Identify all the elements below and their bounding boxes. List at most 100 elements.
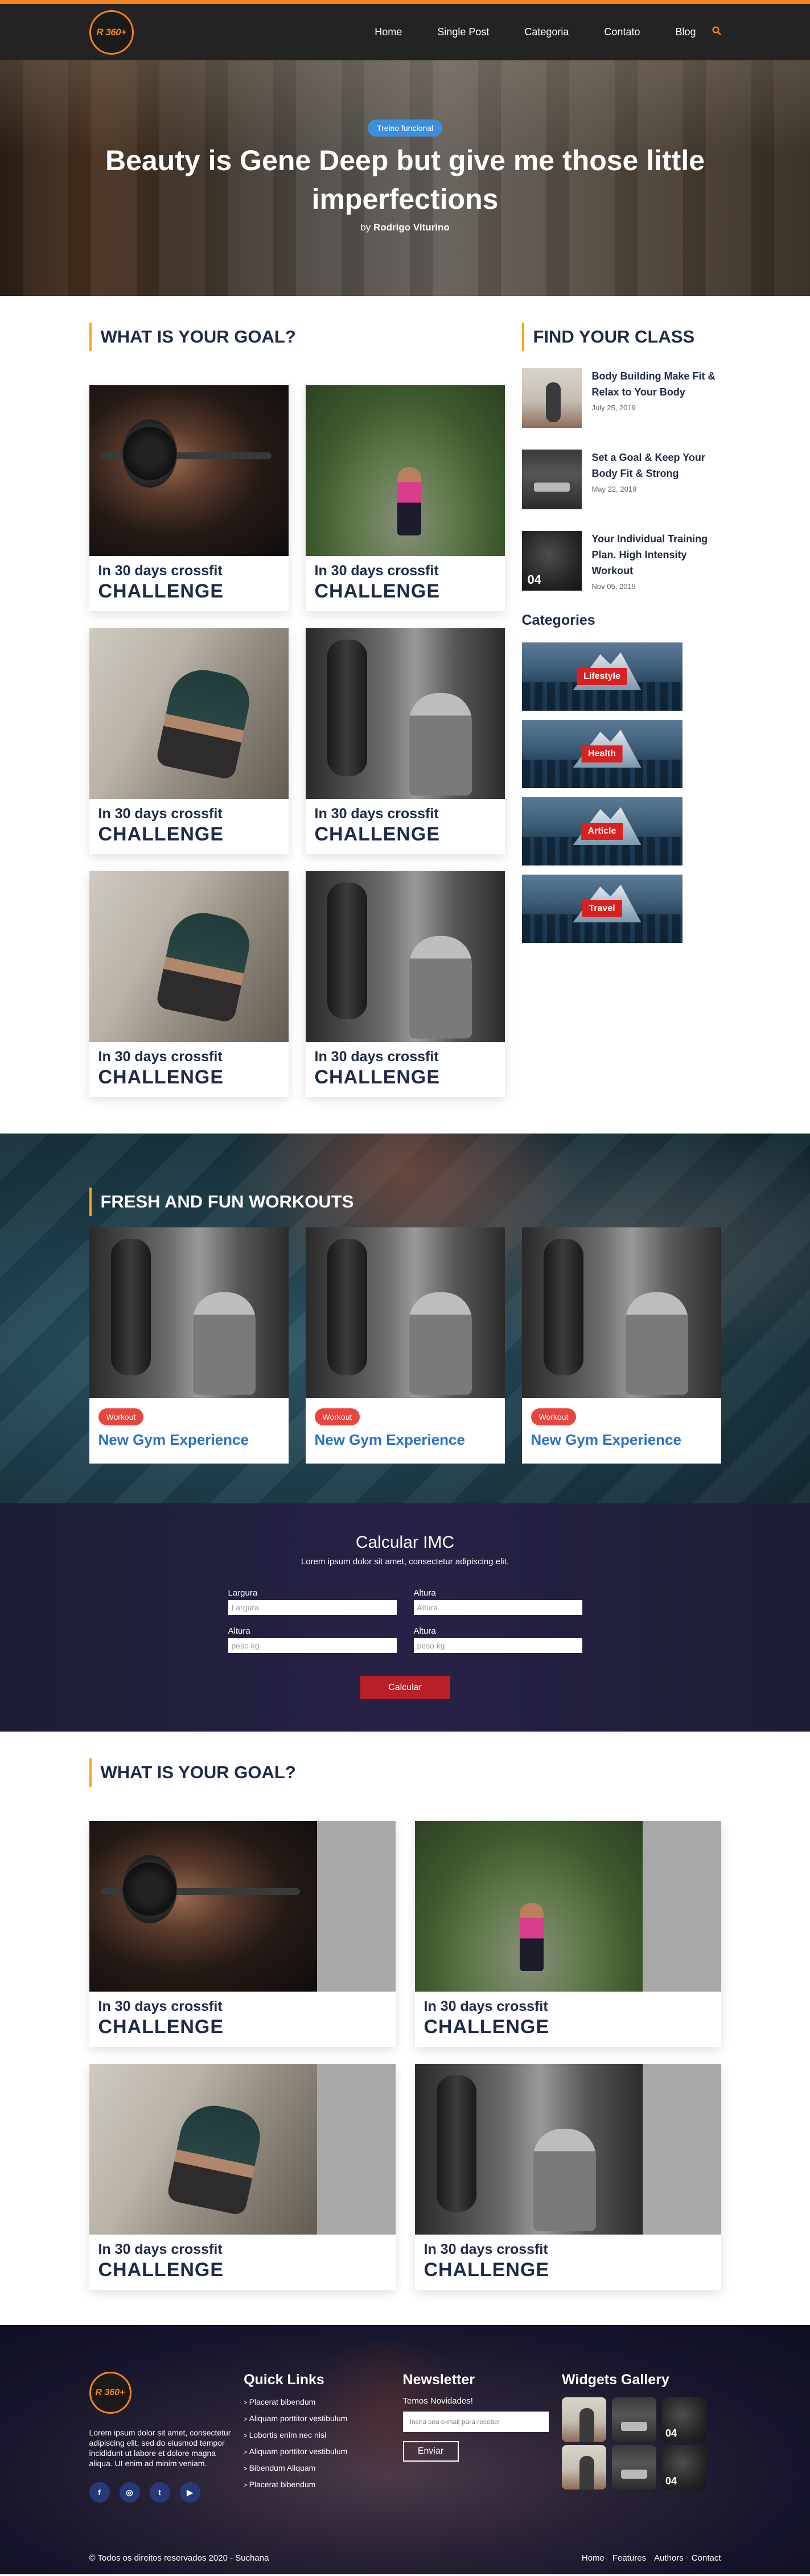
category-label[interactable]: Travel [582, 900, 622, 917]
search-icon[interactable] [712, 26, 721, 39]
gallery-image[interactable] [612, 2397, 657, 2442]
goal-card[interactable]: In 30 days crossfit CHALLENGE [89, 871, 289, 1097]
workout-photo[interactable] [305, 1227, 505, 1398]
footer-link[interactable]: Aliquam porttitor vestibulum [244, 2414, 402, 2423]
workout-card[interactable]: Workout New Gym Experience [521, 1227, 721, 1464]
instagram-icon[interactable]: ◎ [119, 2482, 140, 2503]
workout-photo[interactable] [521, 1227, 721, 1398]
card-title[interactable]: CHALLENGE [315, 580, 496, 603]
post-title[interactable]: Set a Goal & Keep Your Body Fit & Strong [592, 450, 721, 481]
category-lifestyle[interactable]: Lifestyle [521, 642, 682, 711]
peso-input-2[interactable] [413, 1638, 582, 1653]
card-subtitle[interactable]: In 30 days crossfit [315, 563, 496, 579]
gallery-image[interactable]: 04 [662, 2397, 707, 2442]
gallery-image[interactable] [612, 2445, 657, 2490]
goal-card[interactable]: In 30 days crossfit CHALLENGE [305, 871, 505, 1097]
footer-nav-contact[interactable]: Contact [692, 2553, 721, 2563]
card-subtitle[interactable]: In 30 days crossfit [98, 806, 279, 822]
hero-author[interactable]: Rodrigo Viturino [373, 222, 450, 233]
peso-input[interactable] [228, 1638, 397, 1653]
card-photo[interactable] [89, 628, 289, 799]
category-article[interactable]: Article [521, 797, 682, 865]
goal-card[interactable]: In 30 days crossfit CHALLENGE [89, 1821, 396, 2047]
footer-link[interactable]: Bibendum Aliquam [244, 2463, 402, 2472]
nav-single-post[interactable]: Single Post [437, 26, 489, 38]
workout-tag[interactable]: Workout [531, 1408, 577, 1425]
card-subtitle[interactable]: In 30 days crossfit [98, 563, 279, 579]
category-label[interactable]: Lifestyle [577, 668, 627, 685]
card-title[interactable]: CHALLENGE [98, 580, 279, 603]
post-thumbnail[interactable] [521, 450, 582, 509]
newsletter-email-input[interactable] [402, 2412, 549, 2432]
workout-card[interactable]: Workout New Gym Experience [89, 1227, 289, 1464]
card-photo[interactable] [414, 2064, 721, 2235]
goal-card[interactable]: In 30 days crossfit CHALLENGE [305, 628, 505, 854]
footer-link[interactable]: Placerat bibendum [244, 2397, 402, 2406]
card-title[interactable]: CHALLENGE [424, 2016, 712, 2038]
newsletter-submit-button[interactable]: Enviar [402, 2441, 459, 2462]
card-title[interactable]: CHALLENGE [98, 2016, 387, 2038]
card-subtitle[interactable]: In 30 days crossfit [98, 2241, 387, 2258]
footer-nav-home[interactable]: Home [582, 2553, 605, 2563]
card-photo[interactable] [89, 1821, 396, 1992]
card-photo[interactable] [89, 385, 289, 556]
nav-blog[interactable]: Blog [675, 26, 696, 38]
twitter-icon[interactable]: t [149, 2482, 170, 2503]
nav-contato[interactable]: Contato [604, 26, 640, 38]
footer-link[interactable]: Aliquam porttitor vestibulum [244, 2447, 402, 2456]
site-logo[interactable]: R 360+ [89, 10, 134, 55]
post-thumbnail[interactable]: 04 [521, 531, 582, 591]
category-label[interactable]: Article [581, 823, 623, 840]
card-title[interactable]: CHALLENGE [98, 823, 279, 846]
footer-logo[interactable]: R 360+ [89, 2372, 131, 2414]
card-photo[interactable] [305, 385, 505, 556]
post-title[interactable]: Your Individual Training Plan. High Inte… [592, 531, 721, 579]
gallery-image[interactable] [562, 2445, 607, 2490]
recent-post[interactable]: Body Building Make Fit & Relax to Your B… [521, 368, 721, 432]
category-label[interactable]: Health [581, 745, 623, 763]
post-thumbnail[interactable] [521, 368, 582, 428]
nav-home[interactable]: Home [375, 26, 402, 38]
footer-nav-authors[interactable]: Authors [654, 2553, 684, 2563]
card-title[interactable]: CHALLENGE [98, 1066, 279, 1089]
card-subtitle[interactable]: In 30 days crossfit [424, 1998, 712, 2015]
footer-link[interactable]: Placerat bibendum [244, 2480, 402, 2489]
workout-card[interactable]: Workout New Gym Experience [305, 1227, 505, 1464]
hero-title[interactable]: Beauty is Gene Deep but give me those li… [89, 141, 721, 219]
gallery-image[interactable]: 04 [662, 2445, 707, 2490]
card-photo[interactable] [89, 2064, 396, 2235]
goal-card[interactable]: In 30 days crossfit CHALLENGE [89, 628, 289, 854]
card-title[interactable]: CHALLENGE [315, 823, 496, 846]
workout-tag[interactable]: Workout [98, 1408, 144, 1425]
largura-input[interactable] [228, 1600, 397, 1615]
altura-input[interactable] [413, 1600, 582, 1615]
workout-title[interactable]: New Gym Experience [98, 1431, 279, 1449]
card-subtitle[interactable]: In 30 days crossfit [315, 1049, 496, 1065]
card-photo[interactable] [89, 871, 289, 1042]
workout-photo[interactable] [89, 1227, 289, 1398]
footer-nav-features[interactable]: Features [612, 2553, 646, 2563]
card-photo[interactable] [305, 871, 505, 1042]
card-photo[interactable] [414, 1821, 721, 1992]
card-subtitle[interactable]: In 30 days crossfit [315, 806, 496, 822]
calculate-button[interactable]: Calcular [360, 1676, 450, 1699]
card-title[interactable]: CHALLENGE [98, 2259, 387, 2281]
workout-title[interactable]: New Gym Experience [315, 1431, 496, 1449]
hero-category-tag[interactable]: Treino funcional [367, 119, 443, 137]
facebook-icon[interactable]: f [89, 2482, 110, 2503]
goal-card[interactable]: In 30 days crossfit CHALLENGE [414, 1821, 721, 2047]
footer-link[interactable]: Lobortis enim nec nisi [244, 2430, 402, 2439]
card-title[interactable]: CHALLENGE [424, 2259, 712, 2281]
card-title[interactable]: CHALLENGE [315, 1066, 496, 1089]
nav-categoria[interactable]: Categoria [524, 26, 569, 38]
recent-post[interactable]: 04 Your Individual Training Plan. High I… [521, 531, 721, 595]
card-subtitle[interactable]: In 30 days crossfit [98, 1049, 279, 1065]
card-subtitle[interactable]: In 30 days crossfit [98, 1998, 387, 2015]
goal-card[interactable]: In 30 days crossfit CHALLENGE [414, 2064, 721, 2290]
goal-card[interactable]: In 30 days crossfit CHALLENGE [305, 385, 505, 611]
workout-title[interactable]: New Gym Experience [531, 1431, 712, 1449]
card-subtitle[interactable]: In 30 days crossfit [424, 2241, 712, 2258]
recent-post[interactable]: Set a Goal & Keep Your Body Fit & Strong… [521, 450, 721, 513]
category-health[interactable]: Health [521, 720, 682, 788]
goal-card[interactable]: In 30 days crossfit CHALLENGE [89, 385, 289, 611]
